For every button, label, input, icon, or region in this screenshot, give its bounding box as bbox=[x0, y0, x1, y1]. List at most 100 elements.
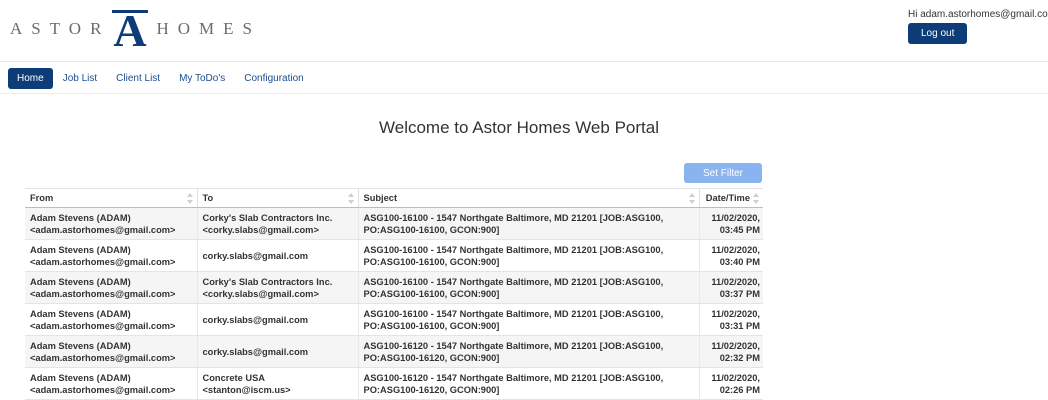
subject-line-1: ASG100-16100 - 1547 Northgate Baltimore,… bbox=[363, 308, 664, 319]
date: 11/02/2020, bbox=[711, 372, 760, 383]
from-name: Adam Stevens (ADAM) bbox=[30, 212, 131, 223]
logo-word-right: HOMES bbox=[156, 19, 261, 38]
header-label: To bbox=[202, 193, 214, 203]
cell-subject: ASG100-16100 - 1547 Northgate Baltimore,… bbox=[358, 207, 700, 240]
cell-to: Concrete USA <stanton@iscm.us> bbox=[197, 367, 359, 400]
from-name: Adam Stevens (ADAM) bbox=[30, 372, 131, 383]
logo-word-left: ASTOR bbox=[10, 19, 111, 38]
date: 11/02/2020, bbox=[711, 340, 760, 351]
to-name: corky.slabs@gmail.com bbox=[202, 250, 309, 261]
time: 02:26 PM bbox=[719, 384, 760, 395]
from-name: Adam Stevens (ADAM) bbox=[30, 276, 131, 287]
header-label: Subject bbox=[363, 193, 398, 203]
cell-date-time: 11/02/2020, 02:26 PM bbox=[699, 367, 763, 400]
from-email: <adam.astorhomes@gmail.com> bbox=[30, 288, 176, 299]
cell-to: Corky's Slab Contractors Inc. <corky.slab… bbox=[197, 207, 359, 240]
header-label: Date/Time bbox=[705, 193, 750, 203]
subject-line-1: ASG100-16100 - 1547 Northgate Baltimore,… bbox=[363, 276, 664, 287]
subject-line-1: ASG100-16120 - 1547 Northgate Baltimore,… bbox=[363, 372, 664, 383]
to-email: <stanton@iscm.us> bbox=[202, 384, 291, 395]
table-row[interactable]: Adam Stevens (ADAM) <adam.astorhomes@gmai… bbox=[25, 367, 763, 400]
subject-line-2: PO:ASG100-16100, GCON:900] bbox=[363, 224, 500, 235]
column-header-from[interactable]: From bbox=[25, 188, 198, 208]
from-email: <adam.astorhomes@gmail.com> bbox=[30, 224, 176, 235]
date: 11/02/2020, bbox=[711, 244, 760, 255]
nav-my-todos[interactable]: My ToDo's bbox=[170, 68, 234, 89]
cell-to: Corky's Slab Contractors Inc. <corky.slab… bbox=[197, 271, 359, 304]
page-title: Welcome to Astor Homes Web Portal bbox=[379, 118, 659, 137]
header-label: From bbox=[30, 193, 54, 203]
table-row[interactable]: Adam Stevens (ADAM) <adam.astorhomes@gmai… bbox=[25, 335, 763, 368]
from-email: <adam.astorhomes@gmail.com> bbox=[30, 256, 176, 267]
to-name: corky.slabs@gmail.com bbox=[202, 314, 309, 325]
cell-to: corky.slabs@gmail.com bbox=[197, 239, 359, 272]
table-header-row: From To Subject Date/Time bbox=[25, 188, 763, 208]
column-header-to[interactable]: To bbox=[197, 188, 359, 208]
subject-line-2: PO:ASG100-16100, GCON:900] bbox=[363, 320, 500, 331]
table-row[interactable]: Adam Stevens (ADAM) <adam.astorhomes@gmai… bbox=[25, 207, 763, 240]
subject-line-2: PO:ASG100-16120, GCON:900] bbox=[363, 384, 500, 395]
cell-from: Adam Stevens (ADAM) <adam.astorhomes@gmai… bbox=[25, 207, 198, 240]
cell-date-time: 11/02/2020, 03:40 PM bbox=[699, 239, 763, 272]
cell-from: Adam Stevens (ADAM) <adam.astorhomes@gmai… bbox=[25, 303, 198, 336]
nav-client-list[interactable]: Client List bbox=[107, 68, 169, 89]
cell-from: Adam Stevens (ADAM) <adam.astorhomes@gmai… bbox=[25, 367, 198, 400]
column-header-subject[interactable]: Subject bbox=[358, 188, 700, 208]
table-row[interactable]: Adam Stevens (ADAM) <adam.astorhomes@gmai… bbox=[25, 271, 763, 304]
subject-line-1: ASG100-16120 - 1547 Northgate Baltimore,… bbox=[363, 340, 664, 351]
to-name: Corky's Slab Contractors Inc. bbox=[202, 276, 333, 287]
sort-icon bbox=[753, 193, 759, 204]
date: 11/02/2020, bbox=[711, 212, 760, 223]
subject-line-1: ASG100-16100 - 1547 Northgate Baltimore,… bbox=[363, 244, 664, 255]
column-header-date-time[interactable]: Date/Time bbox=[699, 188, 763, 208]
from-email: <adam.astorhomes@gmail.com> bbox=[30, 352, 176, 363]
cell-subject: ASG100-16100 - 1547 Northgate Baltimore,… bbox=[358, 271, 700, 304]
cell-date-time: 11/02/2020, 02:32 PM bbox=[699, 335, 763, 368]
date: 11/02/2020, bbox=[711, 276, 760, 287]
table-row[interactable]: Adam Stevens (ADAM) <adam.astorhomes@gmai… bbox=[25, 239, 763, 272]
from-name: Adam Stevens (ADAM) bbox=[30, 340, 131, 351]
cell-date-time: 11/02/2020, 03:45 PM bbox=[699, 207, 763, 240]
nav-job-list[interactable]: Job List bbox=[54, 68, 106, 89]
header: ASTOR A HOMES Hi adam.astorhomes@gmail.c… bbox=[0, 0, 1048, 62]
nav-home[interactable]: Home bbox=[8, 67, 53, 89]
logout-button[interactable]: Log out bbox=[908, 23, 968, 44]
user-box: Hi adam.astorhomes@gmail.com Log out bbox=[908, 9, 1048, 44]
cell-date-time: 11/02/2020, 03:37 PM bbox=[699, 271, 763, 304]
to-email: <corky.slabs@gmail.com> bbox=[202, 224, 319, 235]
nav-configuration[interactable]: Configuration bbox=[235, 68, 312, 89]
table-row[interactable]: Adam Stevens (ADAM) <adam.astorhomes@gmai… bbox=[25, 303, 763, 336]
to-name: Concrete USA bbox=[202, 372, 266, 383]
sort-icon bbox=[186, 193, 193, 204]
time: 03:40 PM bbox=[719, 256, 760, 267]
email-table: From To Subject Date/Time Adam Stevens (… bbox=[25, 188, 763, 400]
cell-from: Adam Stevens (ADAM) <adam.astorhomes@gmai… bbox=[25, 335, 198, 368]
cell-subject: ASG100-16120 - 1547 Northgate Baltimore,… bbox=[358, 335, 700, 368]
set-filter-button[interactable]: Set Filter bbox=[684, 163, 762, 183]
sort-icon bbox=[347, 193, 354, 204]
cell-subject: ASG100-16100 - 1547 Northgate Baltimore,… bbox=[358, 303, 700, 336]
time: 03:37 PM bbox=[719, 288, 760, 299]
cell-subject: ASG100-16100 - 1547 Northgate Baltimore,… bbox=[358, 239, 700, 272]
time: 02:32 PM bbox=[719, 352, 760, 363]
from-email: <adam.astorhomes@gmail.com> bbox=[30, 384, 176, 395]
to-email: <corky.slabs@gmail.com> bbox=[202, 288, 319, 299]
cell-date-time: 11/02/2020, 03:31 PM bbox=[699, 303, 763, 336]
main-nav: Home Job List Client List My ToDo's Conf… bbox=[0, 62, 1048, 94]
user-greeting: Hi adam.astorhomes@gmail.com bbox=[908, 9, 1048, 20]
sort-icon bbox=[688, 193, 695, 204]
cell-from: Adam Stevens (ADAM) <adam.astorhomes@gmai… bbox=[25, 239, 198, 272]
cell-from: Adam Stevens (ADAM) <adam.astorhomes@gmai… bbox=[25, 271, 198, 304]
from-email: <adam.astorhomes@gmail.com> bbox=[30, 320, 176, 331]
subject-line-1: ASG100-16100 - 1547 Northgate Baltimore,… bbox=[363, 212, 664, 223]
cell-to: corky.slabs@gmail.com bbox=[197, 303, 359, 336]
subject-line-2: PO:ASG100-16100, GCON:900] bbox=[363, 288, 500, 299]
subject-line-2: PO:ASG100-16100, GCON:900] bbox=[363, 256, 500, 267]
to-name: Corky's Slab Contractors Inc. bbox=[202, 212, 333, 223]
to-name: corky.slabs@gmail.com bbox=[202, 346, 309, 357]
astor-homes-logo[interactable]: ASTOR A HOMES bbox=[10, 6, 261, 52]
time: 03:31 PM bbox=[719, 320, 760, 331]
from-name: Adam Stevens (ADAM) bbox=[30, 244, 131, 255]
logo-mark-icon: A bbox=[112, 6, 149, 52]
cell-to: corky.slabs@gmail.com bbox=[197, 335, 359, 368]
